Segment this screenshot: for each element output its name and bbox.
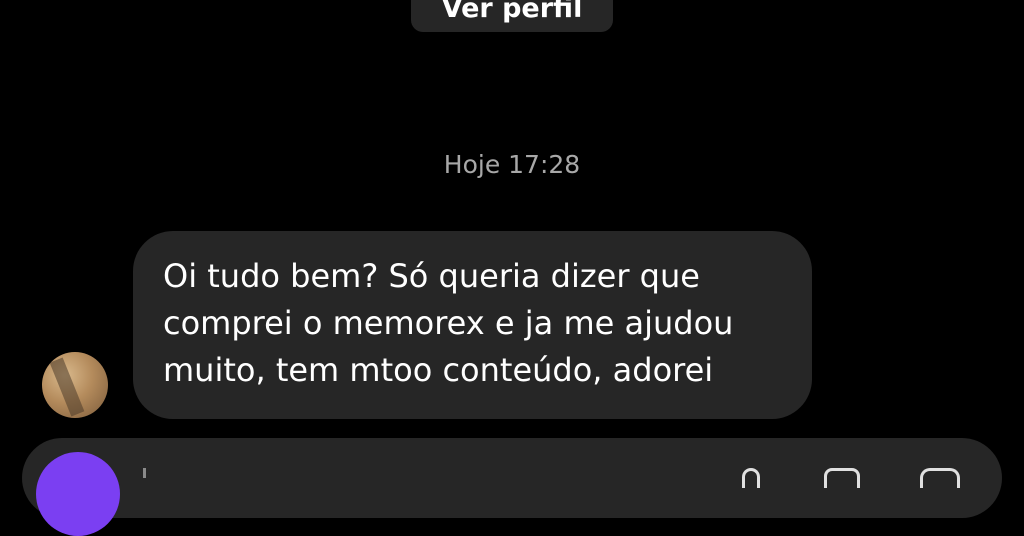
gallery-icon[interactable] xyxy=(824,468,860,488)
message-input[interactable] xyxy=(143,468,146,478)
message-line: muito, tem mtoo conteúdo, adorei xyxy=(163,351,714,389)
camera-button[interactable] xyxy=(36,452,120,536)
message-bubble[interactable]: Oi tudo bem? Só queria dizer que comprei… xyxy=(133,231,812,419)
sender-avatar[interactable] xyxy=(42,352,108,418)
message-line: Oi tudo bem? Só queria dizer que xyxy=(163,257,700,295)
sticker-icon[interactable] xyxy=(920,468,960,488)
message-timestamp: Hoje 17:28 xyxy=(443,150,581,179)
message-line: comprei o memorex e ja me ajudou xyxy=(163,304,734,342)
microphone-icon[interactable] xyxy=(742,468,760,488)
view-profile-button[interactable]: Ver perfil xyxy=(411,0,613,32)
avatar-image-detail xyxy=(49,357,85,417)
